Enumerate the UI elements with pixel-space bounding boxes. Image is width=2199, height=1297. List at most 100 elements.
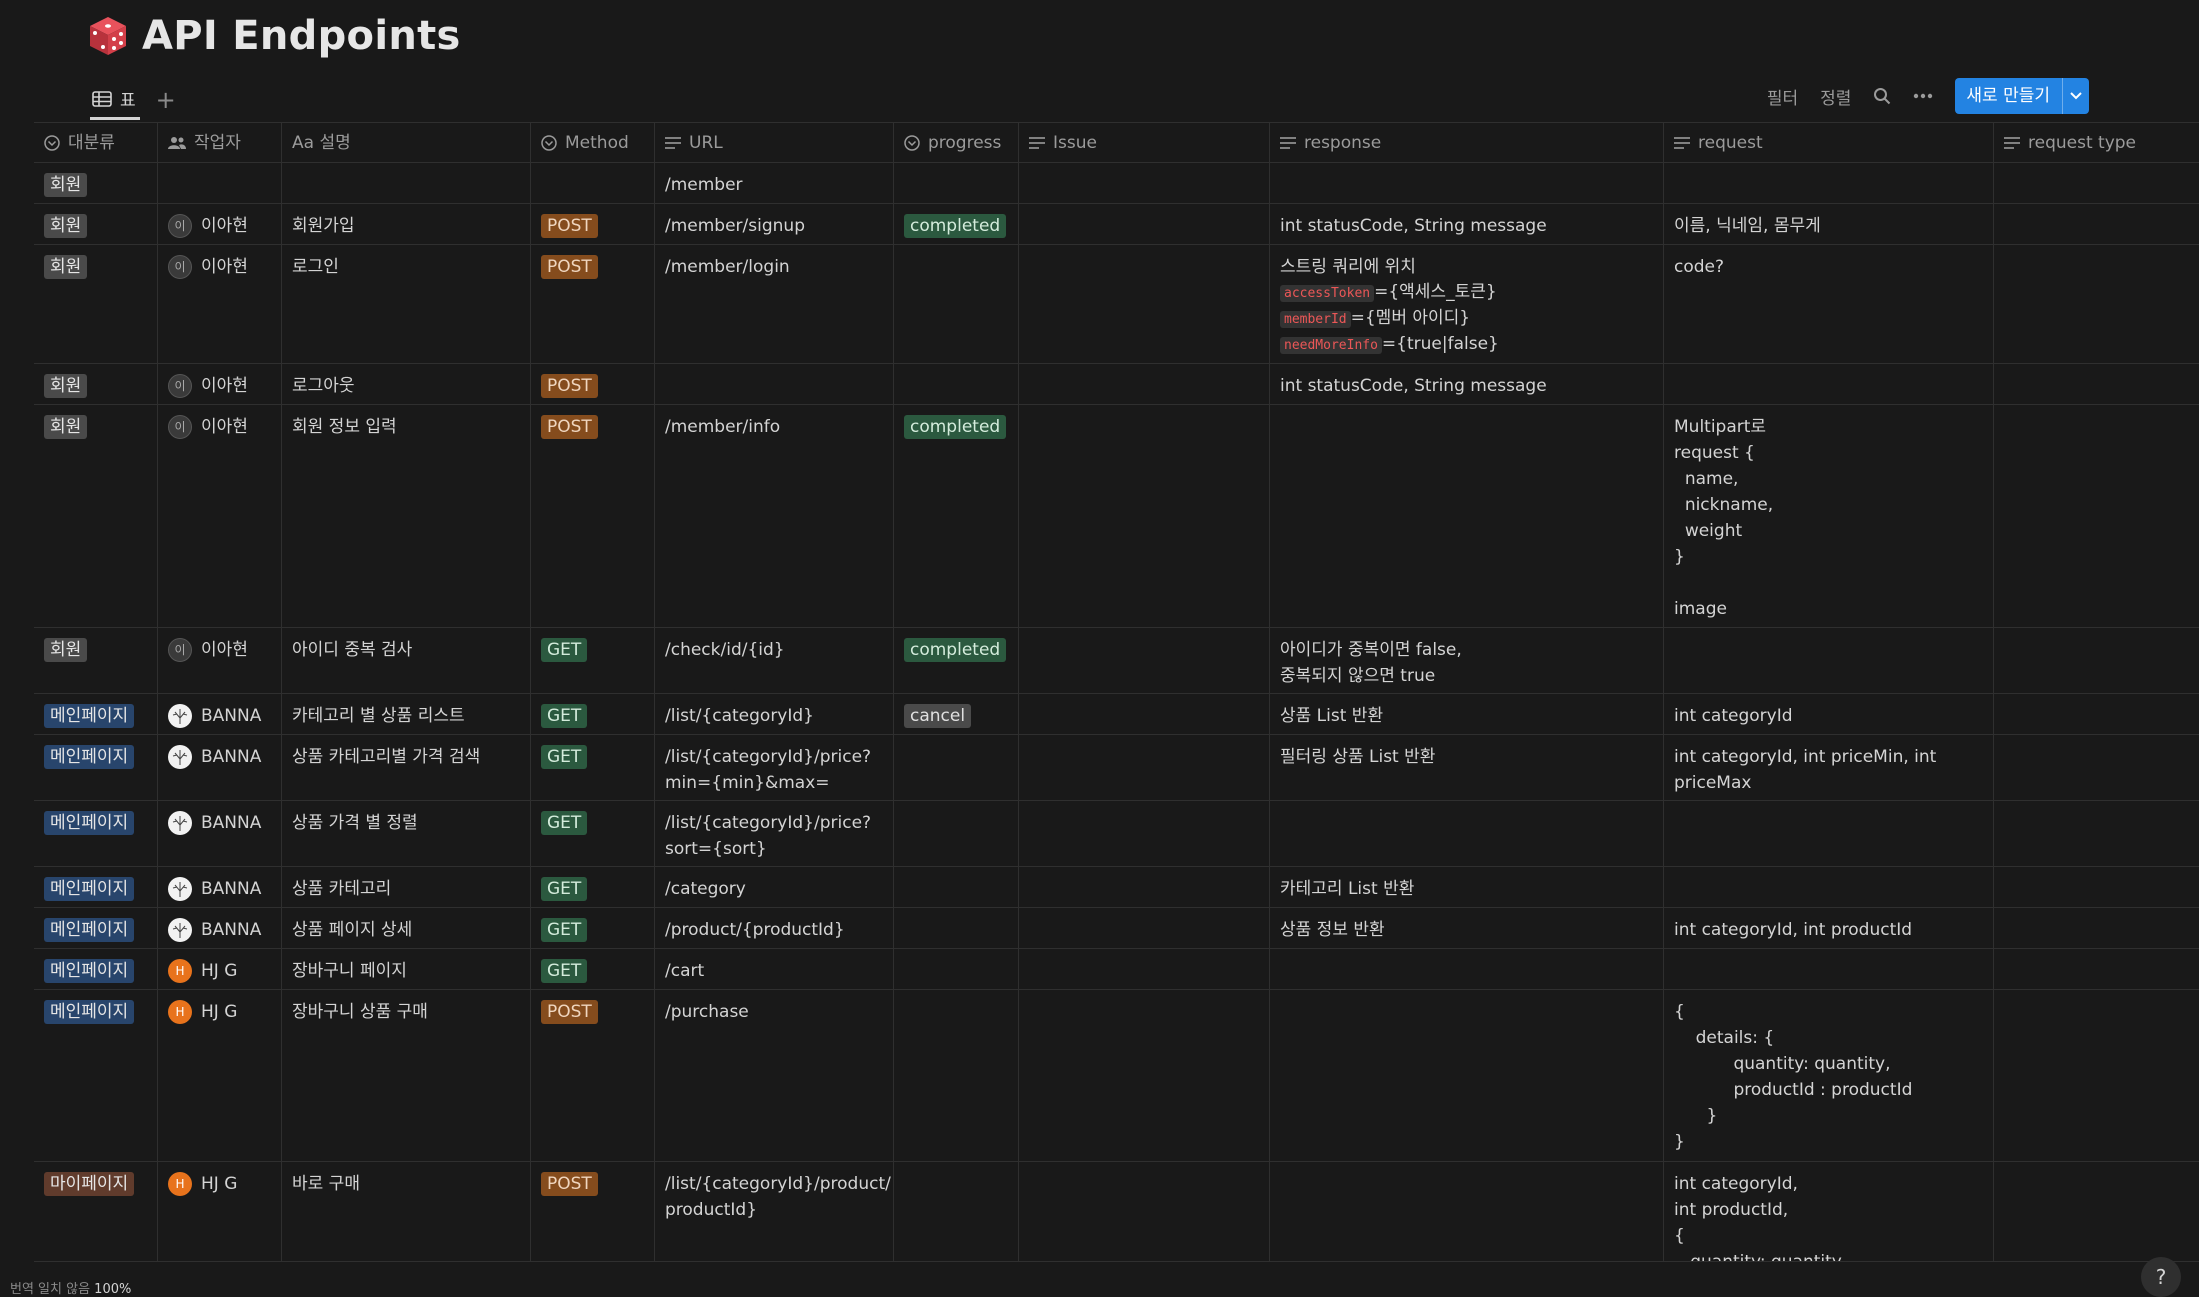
issue-cell[interactable] (1019, 735, 1270, 800)
issue-cell[interactable] (1019, 990, 1270, 1161)
request-cell[interactable]: int categoryId, int productId, { quantit… (1664, 1162, 1994, 1261)
request-cell[interactable] (1664, 867, 1994, 907)
description-cell[interactable]: 회원 정보 입력 (282, 405, 531, 627)
response-cell[interactable] (1270, 1162, 1664, 1261)
table-row[interactable]: 메인페이지 H HJ G 장바구니 페이지 GET/cart (34, 949, 2199, 990)
response-cell[interactable]: 카테고리 List 반환 (1270, 867, 1664, 907)
url-cell[interactable]: /list/{categoryId}/price? sort={sort} (655, 801, 894, 866)
progress-cell[interactable] (894, 990, 1019, 1161)
progress-cell[interactable]: completed (894, 628, 1019, 693)
worker-cell[interactable]: 이 이아현 (158, 204, 282, 244)
category-cell[interactable]: 회원 (34, 204, 158, 244)
tab-table-view[interactable]: 표 (90, 80, 140, 120)
category-cell[interactable]: 메인페이지 (34, 908, 158, 948)
worker-cell[interactable]: BANNA (158, 908, 282, 948)
worker-cell[interactable]: 이 이아현 (158, 405, 282, 627)
response-cell[interactable]: 상품 List 반환 (1270, 694, 1664, 734)
table-row[interactable]: 메인페이지 BANNA 상품 가격 별 정렬 GET/list/{categoryId… (34, 801, 2199, 867)
method-cell[interactable]: GET (531, 735, 655, 800)
column-header-method[interactable]: Method (531, 123, 655, 162)
description-cell[interactable] (282, 163, 531, 203)
table-row[interactable]: 메인페이지 BANNA 카테고리 별 상품 리스트 GET/list/{categor… (34, 694, 2199, 735)
method-cell[interactable]: POST (531, 990, 655, 1161)
description-cell[interactable]: 아이디 중복 검사 (282, 628, 531, 693)
progress-cell[interactable]: cancel (894, 694, 1019, 734)
url-cell[interactable] (655, 364, 894, 404)
method-cell[interactable] (531, 163, 655, 203)
column-header-desc[interactable]: Aa 설명 (282, 123, 531, 162)
description-cell[interactable]: 장바구니 상품 구매 (282, 990, 531, 1161)
description-cell[interactable]: 상품 페이지 상세 (282, 908, 531, 948)
url-cell[interactable]: /category (655, 867, 894, 907)
method-cell[interactable]: POST (531, 245, 655, 363)
table-row[interactable]: 메인페이지 H HJ G 장바구니 상품 구매 POST/purchase { detai… (34, 990, 2199, 1162)
response-cell[interactable] (1270, 949, 1664, 989)
method-cell[interactable]: GET (531, 628, 655, 693)
column-header-url[interactable]: URL (655, 123, 894, 162)
worker-cell[interactable]: BANNA (158, 694, 282, 734)
response-cell[interactable] (1270, 163, 1664, 203)
progress-cell[interactable] (894, 1162, 1019, 1261)
issue-cell[interactable] (1019, 163, 1270, 203)
url-cell[interactable]: /cart (655, 949, 894, 989)
request-type-cell[interactable] (1994, 908, 2199, 948)
progress-cell[interactable] (894, 245, 1019, 363)
url-cell[interactable]: /member/info (655, 405, 894, 627)
category-cell[interactable]: 메인페이지 (34, 990, 158, 1161)
worker-cell[interactable]: H HJ G (158, 990, 282, 1161)
worker-cell[interactable]: 이 이아현 (158, 245, 282, 363)
category-cell[interactable]: 메인페이지 (34, 735, 158, 800)
response-cell[interactable]: int statusCode, String message (1270, 364, 1664, 404)
description-cell[interactable]: 상품 카테고리별 가격 검색 (282, 735, 531, 800)
url-cell[interactable]: /product/{productId} (655, 908, 894, 948)
new-button[interactable]: 새로 만들기 (1955, 78, 2089, 114)
url-cell[interactable]: /list/{categoryId} (655, 694, 894, 734)
request-cell[interactable] (1664, 801, 1994, 866)
method-cell[interactable]: POST (531, 204, 655, 244)
worker-cell[interactable]: H HJ G (158, 949, 282, 989)
worker-cell[interactable]: BANNA (158, 867, 282, 907)
request-type-cell[interactable] (1994, 364, 2199, 404)
request-type-cell[interactable] (1994, 867, 2199, 907)
issue-cell[interactable] (1019, 245, 1270, 363)
worker-cell[interactable] (158, 163, 282, 203)
worker-cell[interactable]: 이 이아현 (158, 364, 282, 404)
category-cell[interactable]: 메인페이지 (34, 949, 158, 989)
method-cell[interactable]: POST (531, 1162, 655, 1261)
description-cell[interactable]: 바로 구매 (282, 1162, 531, 1261)
issue-cell[interactable] (1019, 628, 1270, 693)
category-cell[interactable]: 회원 (34, 163, 158, 203)
table-row[interactable]: 메인페이지 BANNA 상품 카테고리 GET/category 카테고리 List 반… (34, 867, 2199, 908)
response-cell[interactable]: 필터링 상품 List 반환 (1270, 735, 1664, 800)
request-cell[interactable]: int categoryId (1664, 694, 1994, 734)
request-type-cell[interactable] (1994, 163, 2199, 203)
issue-cell[interactable] (1019, 908, 1270, 948)
request-type-cell[interactable] (1994, 204, 2199, 244)
table-row[interactable]: 회원 이 이아현 회원가입 POST/member/signup completed int… (34, 204, 2199, 245)
progress-cell[interactable]: completed (894, 405, 1019, 627)
issue-cell[interactable] (1019, 949, 1270, 989)
category-cell[interactable]: 회원 (34, 364, 158, 404)
column-header-category[interactable]: 대분류 (34, 123, 158, 162)
response-cell[interactable]: 스트링 쿼리에 위치 accessToken ={액세스_토큰} memberId ={… (1270, 245, 1664, 363)
request-cell[interactable]: { details: { quantity: quantity, product… (1664, 990, 1994, 1161)
progress-cell[interactable] (894, 801, 1019, 866)
method-cell[interactable]: GET (531, 908, 655, 948)
more-icon[interactable] (1913, 93, 1933, 99)
method-cell[interactable]: POST (531, 364, 655, 404)
table-row[interactable]: 마이페이지 H HJ G 바로 구매 POST/list/{categoryId}/pr… (34, 1162, 2199, 1262)
method-cell[interactable]: GET (531, 867, 655, 907)
category-cell[interactable]: 회원 (34, 245, 158, 363)
column-header-progress[interactable]: progress (894, 123, 1019, 162)
column-header-request[interactable]: request (1664, 123, 1994, 162)
table-row[interactable]: 회원 이 이아현 로그아웃 POST int statusCode, String mes… (34, 364, 2199, 405)
column-header-worker[interactable]: 작업자 (158, 123, 282, 162)
help-button[interactable]: ? (2141, 1257, 2181, 1297)
table-row[interactable]: 메인페이지 BANNA 상품 페이지 상세 GET/product/{productI… (34, 908, 2199, 949)
new-button-label[interactable]: 새로 만들기 (1955, 78, 2062, 114)
request-type-cell[interactable] (1994, 801, 2199, 866)
issue-cell[interactable] (1019, 1162, 1270, 1261)
table-row[interactable]: 메인페이지 BANNA 상품 카테고리별 가격 검색 GET/list/{catego… (34, 735, 2199, 801)
description-cell[interactable]: 로그아웃 (282, 364, 531, 404)
description-cell[interactable]: 장바구니 페이지 (282, 949, 531, 989)
